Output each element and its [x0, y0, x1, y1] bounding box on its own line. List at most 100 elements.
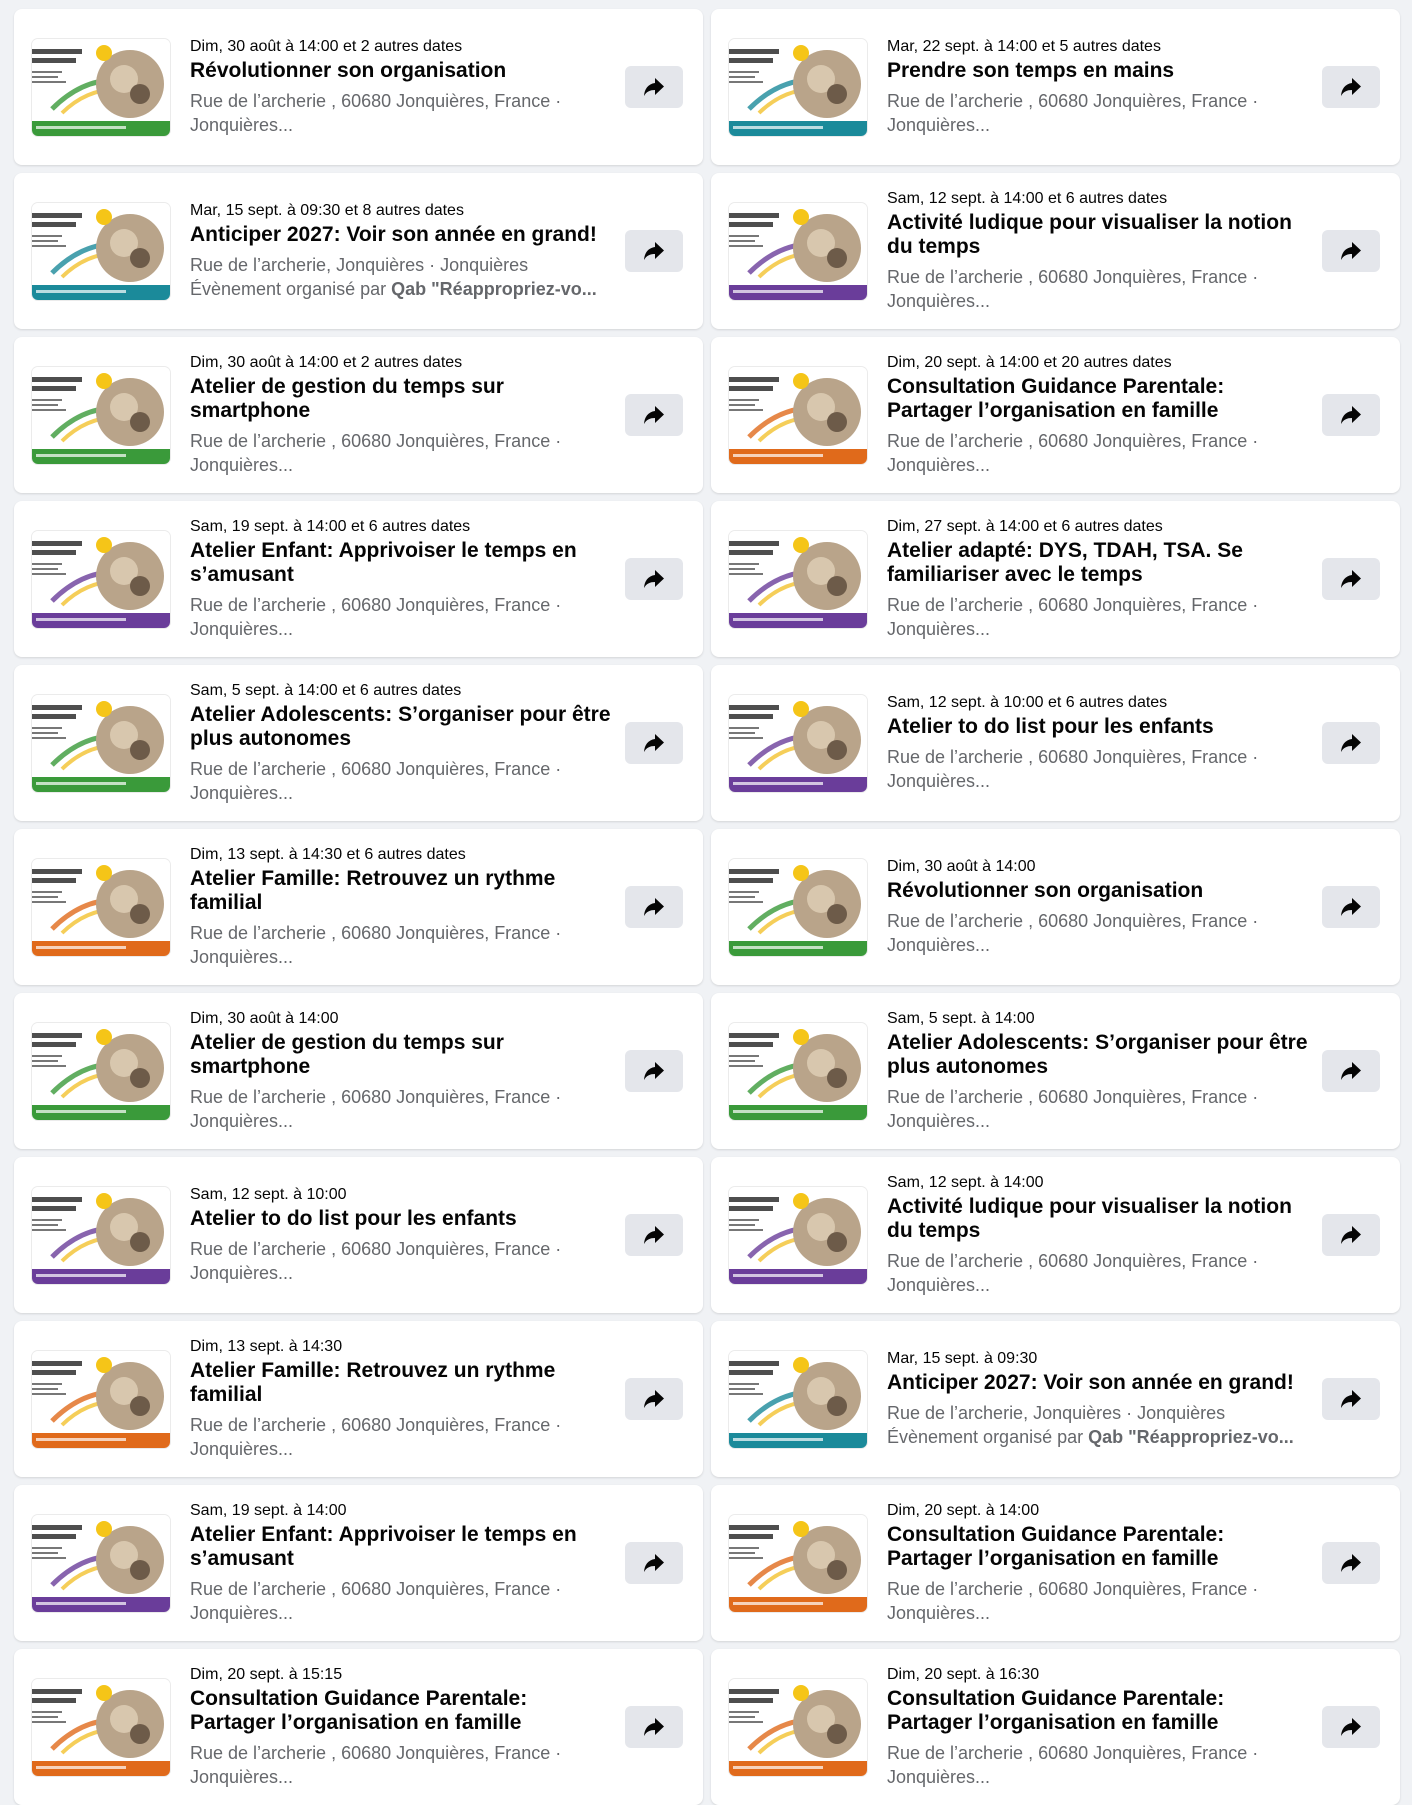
event-card[interactable]: Mar, 22 sept. à 14:00 et 5 autres dates … — [711, 9, 1400, 165]
event-thumbnail[interactable] — [729, 1186, 867, 1284]
event-card[interactable]: Sam, 19 sept. à 14:00 Atelier Enfant: Ap… — [14, 1485, 703, 1641]
event-card[interactable]: Dim, 13 sept. à 14:30 Atelier Famille: R… — [14, 1321, 703, 1477]
share-button[interactable] — [625, 1542, 683, 1584]
share-button[interactable] — [1322, 886, 1380, 928]
event-title[interactable]: Atelier adapté: DYS, TDAH, TSA. Se famil… — [887, 539, 1308, 587]
event-title[interactable]: Atelier Famille: Retrouvez un rythme fam… — [190, 867, 611, 915]
event-card[interactable]: Dim, 13 sept. à 14:30 et 6 autres dates … — [14, 829, 703, 985]
event-title[interactable]: Consultation Guidance Parentale: Partage… — [190, 1687, 611, 1735]
event-card[interactable]: Dim, 30 août à 14:00 Révolutionner son o… — [711, 829, 1400, 985]
event-organizer[interactable]: Qab "Réappropriez-vo... — [391, 279, 597, 299]
event-info: Sam, 12 sept. à 14:00 Activité ludique p… — [887, 1173, 1322, 1297]
event-card[interactable]: Dim, 30 août à 14:00 et 2 autres dates R… — [14, 9, 703, 165]
event-title[interactable]: Anticiper 2027: Voir son année en grand! — [887, 1371, 1308, 1395]
share-button[interactable] — [1322, 558, 1380, 600]
event-info: Sam, 5 sept. à 14:00 Atelier Adolescents… — [887, 1009, 1322, 1133]
event-card[interactable]: Dim, 20 sept. à 16:30 Consultation Guida… — [711, 1649, 1400, 1805]
share-button[interactable] — [1322, 1378, 1380, 1420]
event-card[interactable]: Dim, 27 sept. à 14:00 et 6 autres dates … — [711, 501, 1400, 657]
event-title[interactable]: Atelier Enfant: Apprivoiser le temps en … — [190, 539, 611, 587]
event-location: Rue de l’archerie , 60680 Jonquières, Fr… — [887, 1251, 1259, 1295]
share-button[interactable] — [1322, 722, 1380, 764]
share-arrow-icon — [644, 242, 664, 260]
event-card[interactable]: Sam, 12 sept. à 14:00 et 6 autres dates … — [711, 173, 1400, 329]
event-date: Sam, 19 sept. à 14:00 — [190, 1502, 347, 1519]
share-button[interactable] — [1322, 230, 1380, 272]
event-title[interactable]: Atelier de gestion du temps sur smartpho… — [190, 1031, 611, 1079]
share-button[interactable] — [1322, 66, 1380, 108]
event-title[interactable]: Consultation Guidance Parentale: Partage… — [887, 1687, 1308, 1735]
event-thumbnail[interactable] — [729, 1350, 867, 1448]
event-thumbnail[interactable] — [729, 38, 867, 136]
event-date: Dim, 20 sept. à 14:00 et 20 autres dates — [887, 354, 1172, 371]
event-title[interactable]: Prendre son temps en mains — [887, 59, 1308, 83]
event-card[interactable]: Sam, 19 sept. à 14:00 et 6 autres dates … — [14, 501, 703, 657]
share-button[interactable] — [625, 394, 683, 436]
event-title[interactable]: Révolutionner son organisation — [887, 879, 1308, 903]
event-card[interactable]: Mar, 15 sept. à 09:30 et 8 autres dates … — [14, 173, 703, 329]
share-button[interactable] — [625, 66, 683, 108]
event-card[interactable]: Mar, 15 sept. à 09:30 Anticiper 2027: Vo… — [711, 1321, 1400, 1477]
event-title[interactable]: Anticiper 2027: Voir son année en grand! — [190, 223, 611, 247]
event-thumbnail[interactable] — [32, 858, 170, 956]
event-poster-image — [729, 1350, 867, 1448]
share-button[interactable] — [625, 1378, 683, 1420]
event-thumbnail[interactable] — [729, 858, 867, 956]
event-title[interactable]: Révolutionner son organisation — [190, 59, 611, 83]
event-title[interactable]: Consultation Guidance Parentale: Partage… — [887, 375, 1308, 423]
event-thumbnail[interactable] — [729, 694, 867, 792]
share-button[interactable] — [1322, 1050, 1380, 1092]
event-info: Dim, 30 août à 14:00 et 2 autres dates A… — [190, 353, 625, 477]
event-card[interactable]: Dim, 20 sept. à 14:00 et 20 autres dates… — [711, 337, 1400, 493]
event-card[interactable]: Sam, 5 sept. à 14:00 Atelier Adolescents… — [711, 993, 1400, 1149]
event-thumbnail[interactable] — [32, 694, 170, 792]
event-thumbnail[interactable] — [32, 1022, 170, 1120]
event-title[interactable]: Atelier Adolescents: S’organiser pour êt… — [887, 1031, 1308, 1079]
event-thumbnail[interactable] — [32, 38, 170, 136]
event-thumbnail[interactable] — [729, 1678, 867, 1776]
event-card[interactable]: Dim, 30 août à 14:00 et 2 autres dates A… — [14, 337, 703, 493]
event-thumbnail[interactable] — [32, 366, 170, 464]
share-button[interactable] — [1322, 1706, 1380, 1748]
event-card[interactable]: Dim, 20 sept. à 15:15 Consultation Guida… — [14, 1649, 703, 1805]
event-info: Dim, 20 sept. à 14:00 et 20 autres dates… — [887, 353, 1322, 477]
event-thumbnail[interactable] — [729, 366, 867, 464]
event-title[interactable]: Atelier to do list pour les enfants — [887, 715, 1308, 739]
event-title[interactable]: Atelier Famille: Retrouvez un rythme fam… — [190, 1359, 611, 1407]
event-thumbnail[interactable] — [32, 1350, 170, 1448]
event-card[interactable]: Sam, 12 sept. à 14:00 Activité ludique p… — [711, 1157, 1400, 1313]
event-card[interactable]: Dim, 20 sept. à 14:00 Consultation Guida… — [711, 1485, 1400, 1641]
event-thumbnail[interactable] — [32, 1678, 170, 1776]
event-thumbnail[interactable] — [32, 202, 170, 300]
event-card[interactable]: Sam, 5 sept. à 14:00 et 6 autres dates A… — [14, 665, 703, 821]
share-button[interactable] — [1322, 1542, 1380, 1584]
share-button[interactable] — [625, 558, 683, 600]
share-button[interactable] — [625, 230, 683, 272]
event-title[interactable]: Consultation Guidance Parentale: Partage… — [887, 1523, 1308, 1571]
share-button[interactable] — [625, 722, 683, 764]
event-card[interactable]: Dim, 30 août à 14:00 Atelier de gestion … — [14, 993, 703, 1149]
event-thumbnail[interactable] — [729, 202, 867, 300]
event-thumbnail[interactable] — [32, 530, 170, 628]
event-title[interactable]: Activité ludique pour visualiser la noti… — [887, 1195, 1308, 1243]
event-thumbnail[interactable] — [32, 1186, 170, 1284]
event-title[interactable]: Atelier to do list pour les enfants — [190, 1207, 611, 1231]
event-thumbnail[interactable] — [729, 1022, 867, 1120]
event-title[interactable]: Atelier Enfant: Apprivoiser le temps en … — [190, 1523, 611, 1571]
share-button[interactable] — [625, 1214, 683, 1256]
share-button[interactable] — [625, 1706, 683, 1748]
share-button[interactable] — [1322, 1214, 1380, 1256]
event-card[interactable]: Sam, 12 sept. à 10:00 Atelier to do list… — [14, 1157, 703, 1313]
share-button[interactable] — [1322, 394, 1380, 436]
share-button[interactable] — [625, 886, 683, 928]
event-card[interactable]: Sam, 12 sept. à 10:00 et 6 autres dates … — [711, 665, 1400, 821]
event-date: Sam, 19 sept. à 14:00 et 6 autres dates — [190, 518, 471, 535]
event-thumbnail[interactable] — [729, 530, 867, 628]
event-organizer[interactable]: Qab "Réappropriez-vo... — [1088, 1427, 1294, 1447]
event-thumbnail[interactable] — [32, 1514, 170, 1612]
event-title[interactable]: Atelier de gestion du temps sur smartpho… — [190, 375, 611, 423]
event-title[interactable]: Activité ludique pour visualiser la noti… — [887, 211, 1308, 259]
event-thumbnail[interactable] — [729, 1514, 867, 1612]
share-button[interactable] — [625, 1050, 683, 1092]
event-title[interactable]: Atelier Adolescents: S’organiser pour êt… — [190, 703, 611, 751]
